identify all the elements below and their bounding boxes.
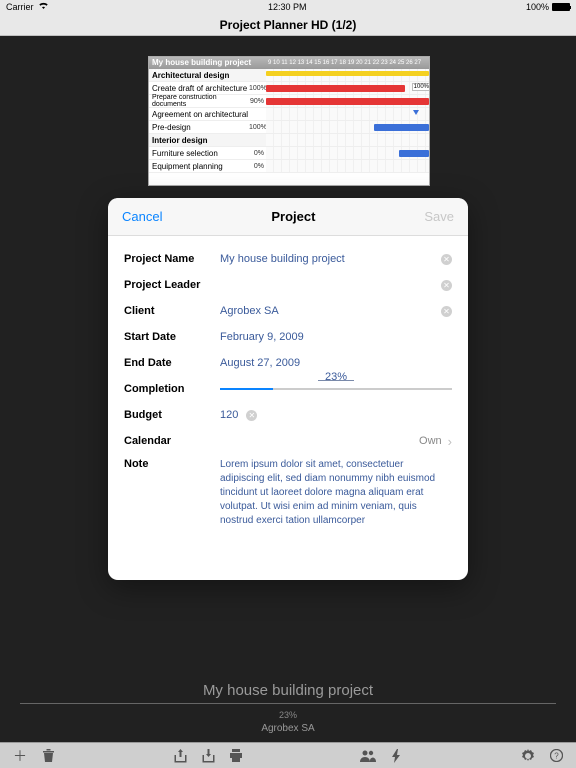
clock: 12:30 PM xyxy=(268,2,307,12)
clear-icon[interactable]: ✕ xyxy=(441,306,452,317)
gantt-row-label: Prepare construction documents xyxy=(149,93,249,109)
gantt-row-label: Create draft of architecture xyxy=(149,83,249,94)
summary-panel: My house building project 23% Agrobex SA xyxy=(0,682,576,742)
project-leader-label: Project Leader xyxy=(124,279,220,291)
project-name-field[interactable]: My house building project✕ xyxy=(220,253,452,265)
client-label: Client xyxy=(124,305,220,317)
print-icon[interactable] xyxy=(228,748,244,764)
completion-pct: 23% xyxy=(325,371,347,383)
import-icon[interactable] xyxy=(200,748,216,764)
gantt-row-label: Interior design xyxy=(149,135,249,146)
chevron-right-icon: › xyxy=(448,434,452,449)
clear-icon[interactable]: ✕ xyxy=(246,410,257,421)
summary-client: Agrobex SA xyxy=(0,723,576,734)
battery-pct: 100% xyxy=(526,2,549,12)
bolt-icon[interactable] xyxy=(388,748,404,764)
share-icon[interactable] xyxy=(172,748,188,764)
client-field[interactable]: Agrobex SA✕ xyxy=(220,305,452,317)
add-icon[interactable]: ＋ xyxy=(12,748,28,764)
people-icon[interactable] xyxy=(360,748,376,764)
summary-pct: 23% xyxy=(0,710,576,720)
save-button[interactable]: Save xyxy=(424,209,454,224)
cancel-button[interactable]: Cancel xyxy=(122,209,162,224)
gantt-row-label: Architectural design xyxy=(149,70,249,81)
completion-label: Completion xyxy=(124,383,220,395)
calendar-label: Calendar xyxy=(124,435,220,447)
project-modal: Cancel Project Save Project Name My hous… xyxy=(108,198,468,580)
note-field[interactable]: Lorem ipsum dolor sit amet, consectetuer… xyxy=(220,458,452,528)
trash-icon[interactable] xyxy=(40,748,56,764)
budget-label: Budget xyxy=(124,409,220,421)
note-label: Note xyxy=(124,458,220,470)
bottom-toolbar: ＋ ? xyxy=(0,742,576,768)
page-title: Project Planner HD (1/2) xyxy=(220,18,357,32)
wifi-icon xyxy=(38,2,49,12)
nav-bar: Project Planner HD (1/2) xyxy=(0,14,576,36)
gantt-dates: 9 10 11 12 13 14 15 16 17 18 19 20 21 22… xyxy=(266,57,429,69)
battery-icon xyxy=(552,3,570,11)
clear-icon[interactable]: ✕ xyxy=(441,254,452,265)
gantt-row-label: Agreement on architectural xyxy=(149,109,249,120)
calendar-field[interactable]: Own› xyxy=(220,434,452,449)
status-bar: Carrier 12:30 PM 100% xyxy=(0,0,576,14)
help-icon[interactable]: ? xyxy=(548,748,564,764)
summary-title: My house building project xyxy=(20,682,556,704)
budget-field[interactable]: 120✕ xyxy=(220,409,452,421)
start-date-field[interactable]: February 9, 2009 xyxy=(220,331,452,343)
project-name-label: Project Name xyxy=(124,253,220,265)
gantt-row-label: Pre-design xyxy=(149,122,249,133)
end-date-label: End Date xyxy=(124,357,220,369)
gantt-preview-card[interactable]: My house building project 23% 9 10 11 12… xyxy=(148,56,430,186)
svg-text:?: ? xyxy=(554,752,559,761)
gantt-row-label: Furniture selection xyxy=(149,148,249,159)
gantt-title: My house building project xyxy=(152,58,251,67)
clear-icon[interactable]: ✕ xyxy=(441,280,452,291)
start-date-label: Start Date xyxy=(124,331,220,343)
modal-title: Project xyxy=(271,209,315,224)
completion-slider[interactable]: 23% xyxy=(220,379,452,399)
gantt-row-label: Equipment planning xyxy=(149,161,249,172)
end-date-field[interactable]: August 27, 2009 xyxy=(220,357,452,369)
gear-icon[interactable] xyxy=(520,748,536,764)
carrier-label: Carrier xyxy=(6,2,34,12)
